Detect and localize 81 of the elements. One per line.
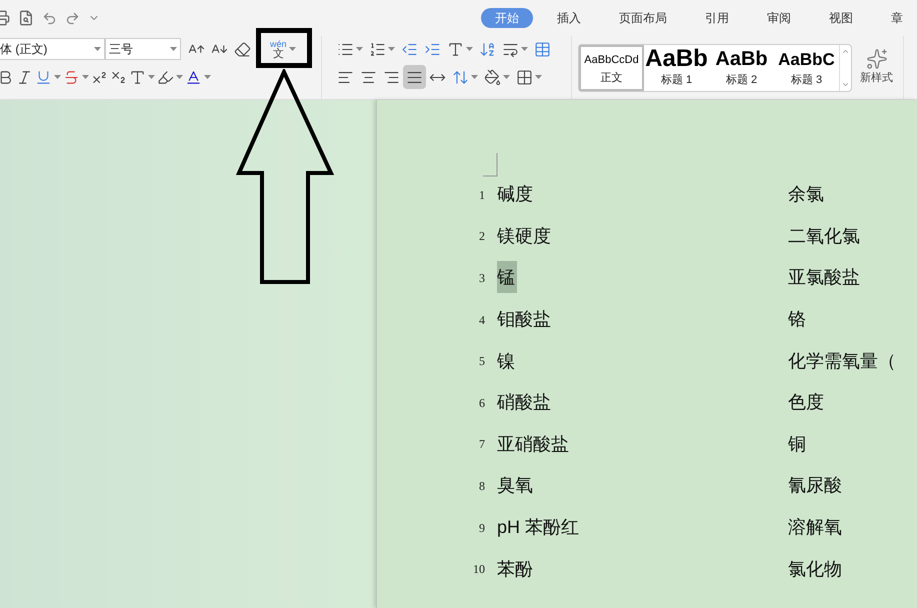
bold-icon (0, 68, 14, 86)
redo-icon[interactable] (65, 10, 80, 26)
gallery-scrollbar[interactable] (839, 44, 851, 90)
line-number: 10 (472, 561, 486, 578)
ribbon-tab[interactable]: 视图 (815, 8, 867, 28)
ribbon-tab[interactable]: 插入 (543, 8, 595, 28)
list-item-text: 氯化物 (788, 558, 842, 581)
list-item-text: 铬 (788, 308, 806, 332)
undo-icon[interactable] (42, 10, 57, 26)
margin-corner-mark (483, 153, 498, 177)
pinyin-label: wén (270, 39, 287, 49)
list-item-text: 苯酚 (497, 558, 534, 581)
style-preset[interactable]: AaBb 标题 2 (709, 44, 774, 90)
dropdown-caret-icon[interactable] (521, 47, 528, 51)
list-item-text: 硝酸盐 (497, 391, 552, 414)
shading-icon (484, 68, 501, 86)
list-item-text: 臭氧 (497, 474, 534, 498)
list-item-text: 化学需氧量（ (788, 350, 896, 373)
style-preset[interactable]: AaBb 标题 1 (644, 44, 709, 90)
list-item-text: 色度 (788, 391, 824, 414)
line-number: 9 (478, 520, 486, 537)
borders-icon (516, 68, 533, 86)
list-item-text: 镁硬度 (497, 224, 552, 248)
print-preview-icon[interactable] (18, 10, 34, 26)
line-number: 6 (478, 394, 486, 412)
list-item-text: pH 苯酚红 (497, 516, 580, 540)
style-preset[interactable]: AaBbCcDd 正文 (579, 44, 644, 90)
dropdown-caret-icon[interactable] (503, 75, 510, 79)
dropdown-caret-icon[interactable] (356, 47, 363, 51)
highlight-icon (157, 68, 174, 86)
strikethrough-icon (63, 68, 80, 86)
dropdown-caret-icon[interactable] (204, 75, 211, 79)
list-item-text: 亚氯酸盐 (788, 266, 860, 290)
dropdown-caret-icon[interactable] (148, 75, 155, 79)
underline-icon (35, 68, 52, 86)
numbered-list-icon (369, 40, 386, 58)
ribbon-tab[interactable]: 章 (877, 8, 917, 28)
clear-format-icon (234, 40, 251, 58)
character-label: 文 (272, 49, 284, 59)
list-item-text: 余氯 (788, 183, 824, 206)
list-item-text: 溶解氧 (788, 516, 842, 540)
align-justify-button[interactable] (403, 65, 426, 89)
list-item-text: 亚硝酸盐 (497, 432, 570, 456)
font-family-dropdown[interactable]: 体 (正文) (0, 38, 105, 60)
list-item-text: 锰 (497, 261, 517, 294)
list-item-text: 二氧化氯 (788, 224, 860, 248)
dropdown-caret-icon[interactable] (388, 47, 395, 51)
line-spacing-icon (452, 68, 469, 86)
line-number: 1 (478, 186, 486, 204)
font-size-dropdown[interactable]: 三号 (105, 38, 181, 60)
table-icon (534, 40, 551, 58)
list-item-text: 铜 (788, 432, 806, 456)
line-number: 8 (478, 478, 486, 495)
dropdown-caret-icon[interactable] (170, 47, 177, 51)
ribbon-tab[interactable]: 引用 (691, 8, 743, 28)
line-number: 3 (478, 270, 486, 287)
dropdown-caret-icon[interactable] (94, 47, 101, 51)
dropdown-caret-icon[interactable] (82, 75, 89, 79)
dropdown-caret-icon[interactable] (54, 75, 61, 79)
line-number: 2 (478, 228, 486, 246)
style-preset[interactable]: AaBbC 标题 3 (774, 44, 839, 90)
phonetic-guide-button[interactable]: wén 文 (266, 36, 300, 62)
line-number: 5 (478, 353, 486, 370)
ribbon-tab[interactable]: 审阅 (753, 8, 805, 28)
italic-icon (16, 68, 33, 86)
dropdown-caret-icon[interactable] (471, 75, 478, 79)
line-number: 4 (478, 312, 486, 329)
new-style-button[interactable]: 新样式 (860, 48, 893, 87)
line-number: 7 (478, 436, 486, 454)
sort-icon (479, 40, 496, 58)
list-item-text: 镍 (497, 350, 516, 373)
ribbon-tab[interactable]: 页面布局 (605, 8, 681, 28)
list-item-text: 钼酸盐 (497, 308, 552, 332)
list-item-text: 氰尿酸 (788, 474, 842, 498)
dropdown-caret-icon[interactable] (535, 75, 542, 79)
dropdown-caret-icon[interactable] (288, 47, 296, 51)
dropdown-caret-icon[interactable] (466, 47, 473, 51)
highlight-frame (256, 28, 312, 68)
font-color-icon (185, 68, 202, 86)
list-item-text: 碱度 (497, 183, 534, 206)
dropdown-caret-icon[interactable] (176, 75, 183, 79)
